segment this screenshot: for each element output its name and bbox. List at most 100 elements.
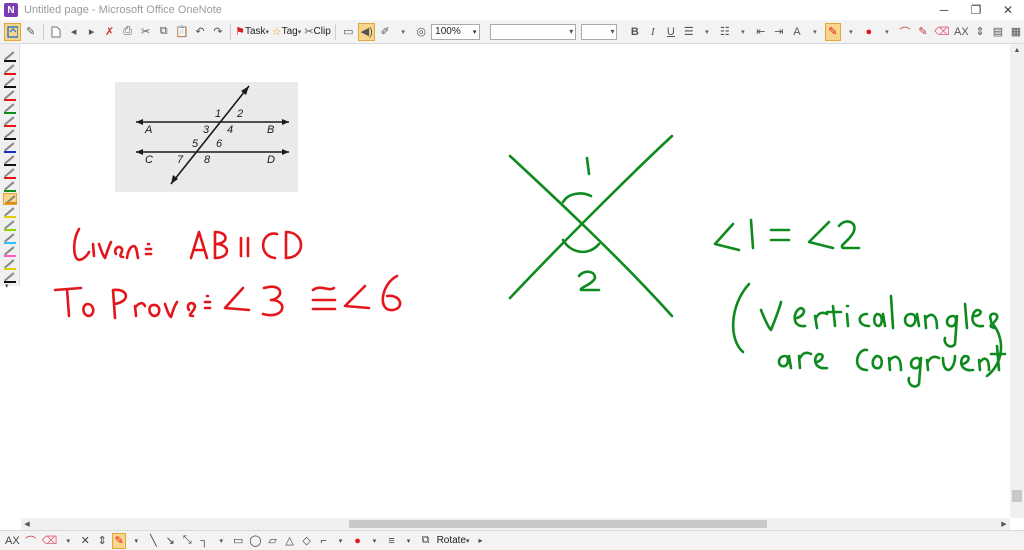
pen-swatch-icon[interactable]: [3, 115, 17, 127]
line-weight-icon[interactable]: ≡: [385, 533, 399, 549]
to-prove-ink[interactable]: [53, 274, 402, 320]
chevron-down-icon[interactable]: ▾: [129, 533, 143, 549]
chevron-down-icon[interactable]: ▾: [807, 23, 823, 41]
paste-icon[interactable]: 📋: [174, 23, 190, 41]
outdent-icon[interactable]: ⇤: [753, 23, 769, 41]
chevron-down-icon[interactable]: ▾: [395, 23, 411, 41]
pen-swatch-icon[interactable]: [3, 167, 17, 179]
double-arrow-tool-icon[interactable]: ⤡: [180, 533, 194, 549]
chevron-down-icon[interactable]: ▾: [334, 533, 348, 549]
pen-swatch-icon[interactable]: [3, 128, 17, 140]
print-icon[interactable]: ⎙: [120, 23, 136, 41]
arrange-icon[interactable]: ⧉: [419, 533, 433, 549]
help-icon[interactable]: ◎: [413, 23, 429, 41]
parallelogram-tool-icon[interactable]: ▱: [266, 533, 280, 549]
pen-swatch-icon[interactable]: [3, 193, 17, 205]
toolbar-more-icon[interactable]: ▸: [474, 533, 488, 549]
scroll-thumb[interactable]: [349, 520, 767, 528]
insert-space-icon[interactable]: ⇕: [95, 533, 109, 549]
side-note-icon[interactable]: ▦: [1008, 23, 1024, 41]
pen-color-icon[interactable]: ✎: [112, 532, 127, 549]
underline-button[interactable]: U: [663, 23, 679, 41]
pen-swatch-icon[interactable]: [3, 76, 17, 88]
pen-swatch-icon[interactable]: [3, 206, 17, 218]
clip-button[interactable]: ✂ Clip: [304, 23, 332, 41]
lasso-icon[interactable]: ⌒: [897, 23, 913, 41]
shape-color-icon[interactable]: ●: [351, 533, 365, 549]
diamond-tool-icon[interactable]: ◇: [300, 533, 314, 549]
horizontal-scrollbar[interactable]: ◀ ▶: [21, 518, 1010, 530]
chevron-down-icon[interactable]: ▾: [402, 533, 416, 549]
rectangle-tool-icon[interactable]: ▭: [231, 533, 245, 549]
pen-swatch-icon[interactable]: [3, 258, 17, 270]
forward-icon[interactable]: ▸: [84, 23, 100, 41]
font-name-select[interactable]: ▾: [489, 23, 577, 40]
scroll-up-icon[interactable]: ▲: [1010, 44, 1024, 56]
ink-to-text-icon[interactable]: AX: [4, 533, 21, 549]
connector-tool-icon[interactable]: ⌐: [317, 533, 331, 549]
ink-to-text-icon[interactable]: AX: [953, 23, 970, 41]
pen-swatch-icon[interactable]: [3, 219, 17, 231]
chevron-down-icon[interactable]: ▾: [368, 533, 382, 549]
scroll-thumb[interactable]: [1012, 490, 1022, 502]
audio-record-icon[interactable]: ◀): [358, 22, 376, 41]
rotate-button[interactable]: Rotate ▾: [436, 533, 471, 549]
chevron-down-icon[interactable]: ▾: [699, 23, 715, 41]
pen-swatch-icon[interactable]: [3, 232, 17, 244]
undo-icon[interactable]: ↶: [192, 23, 208, 41]
pen-swatch-icon[interactable]: [3, 245, 17, 257]
palette-more-icon[interactable]: ▾: [5, 282, 9, 290]
zoom-select[interactable]: 100% ▾: [431, 23, 481, 40]
page-view-icon[interactable]: ▭: [340, 23, 356, 41]
axes-tool-icon[interactable]: ┐: [197, 533, 211, 549]
chevron-down-icon[interactable]: ▾: [879, 23, 895, 41]
delete-ink-icon[interactable]: ✕: [78, 533, 92, 549]
line-tool-icon[interactable]: ╲: [146, 533, 160, 549]
italic-button[interactable]: I: [645, 23, 661, 41]
reason-ink[interactable]: [713, 218, 1007, 388]
scroll-left-icon[interactable]: ◀: [21, 518, 33, 530]
pen-tool-icon[interactable]: ✎: [23, 23, 39, 41]
tag-button[interactable]: ☆ Tag ▾: [271, 23, 302, 41]
lasso-icon[interactable]: ⌒: [24, 533, 38, 549]
vertical-angles-drawing[interactable]: [508, 134, 674, 318]
font-color-a-icon[interactable]: A: [789, 23, 805, 41]
numbering-icon[interactable]: ☷: [717, 23, 733, 41]
chevron-down-icon[interactable]: ▾: [214, 533, 228, 549]
parallel-lines-figure[interactable]: 1 2 3 4 5 6 7 8 A B C D: [115, 82, 298, 192]
scroll-right-icon[interactable]: ▶: [998, 518, 1010, 530]
bullets-icon[interactable]: ☰: [681, 23, 697, 41]
triangle-tool-icon[interactable]: △: [283, 533, 297, 549]
new-page-icon[interactable]: [48, 23, 64, 41]
insert-space-icon[interactable]: ⇕: [972, 23, 988, 41]
minimize-button[interactable]: ─: [928, 0, 960, 20]
pen-swatch-icon[interactable]: [3, 154, 17, 166]
bold-button[interactable]: B: [627, 23, 643, 41]
note-page[interactable]: 1 2 3 4 5 6 7 8 A B C D: [21, 44, 1010, 518]
pen-swatch-icon[interactable]: [3, 63, 17, 75]
highlighter-icon[interactable]: ✐: [377, 23, 393, 41]
full-page-view-icon[interactable]: [4, 22, 21, 41]
notebook-icon[interactable]: ▤: [990, 23, 1006, 41]
chevron-down-icon[interactable]: ▾: [735, 23, 751, 41]
ellipse-tool-icon[interactable]: ◯: [248, 533, 262, 549]
delete-icon[interactable]: ✗: [102, 23, 118, 41]
task-flag-button[interactable]: ⚑ Task ▾: [235, 23, 269, 41]
eraser-icon[interactable]: ⌫: [933, 23, 951, 41]
pen-swatch-icon[interactable]: [3, 180, 17, 192]
copy-icon[interactable]: ⧉: [156, 23, 172, 41]
eraser-icon[interactable]: ⌫: [41, 533, 59, 549]
pen-style-icon[interactable]: ✎: [915, 23, 931, 41]
chevron-down-icon[interactable]: ▾: [61, 533, 75, 549]
back-icon[interactable]: ◂: [66, 23, 82, 41]
given-ink[interactable]: [72, 227, 303, 262]
pen-color-icon[interactable]: ✎: [824, 22, 841, 41]
vertical-scrollbar[interactable]: ▲ ▼: [1010, 44, 1024, 518]
close-button[interactable]: ✕: [992, 0, 1024, 20]
redo-icon[interactable]: ↷: [210, 23, 226, 41]
cut-icon[interactable]: ✂: [138, 23, 154, 41]
restore-button[interactable]: ❐: [960, 0, 992, 20]
pen-swatch-icon[interactable]: [3, 141, 17, 153]
arrow-tool-icon[interactable]: ↘: [163, 533, 177, 549]
pen-swatch-icon[interactable]: [3, 102, 17, 114]
